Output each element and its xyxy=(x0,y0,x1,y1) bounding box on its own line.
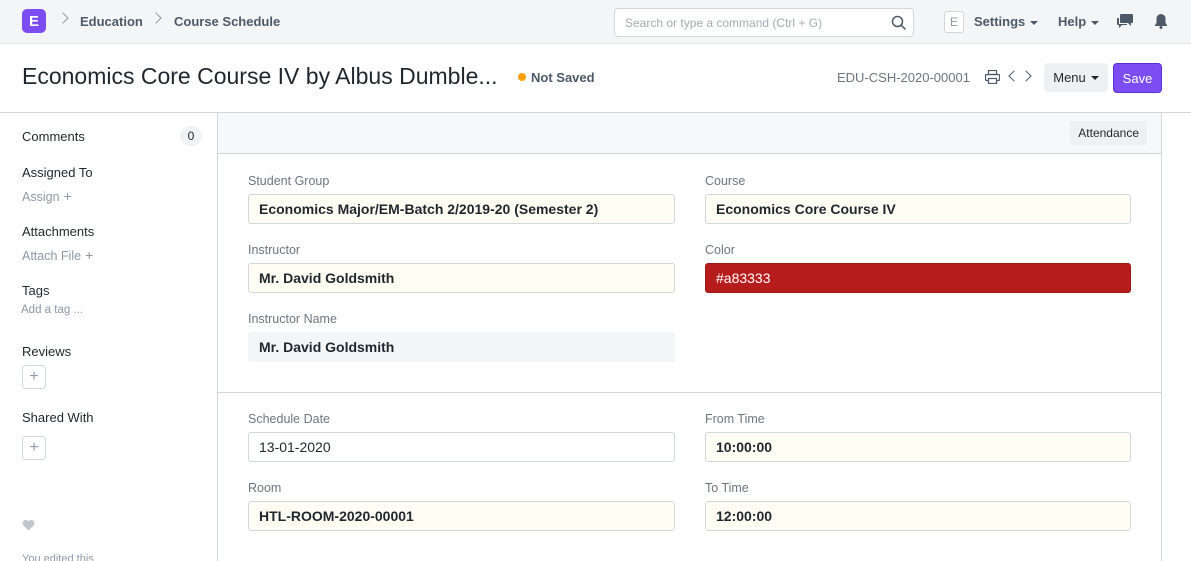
tags-label: Tags xyxy=(22,283,50,298)
reviews-label: Reviews xyxy=(22,344,72,359)
from-time-field[interactable]: 10:00:00 xyxy=(705,432,1131,462)
caret-down-icon xyxy=(1030,20,1039,25)
to-time-field[interactable]: 12:00:00 xyxy=(705,501,1131,531)
save-button[interactable]: Save xyxy=(1113,63,1162,93)
instructor-label: Instructor xyxy=(248,243,301,257)
comments-count-badge: 0 xyxy=(180,126,202,146)
attachments-label: Attachments xyxy=(22,224,95,239)
schedule-date-field[interactable]: 13-01-2020 xyxy=(248,432,675,462)
attach-file-link[interactable]: Attach File + xyxy=(22,247,93,263)
document-name: EDU-CSH-2020-00001 xyxy=(837,70,970,85)
course-label: Course xyxy=(705,174,746,188)
print-icon[interactable] xyxy=(985,70,1000,84)
menu-button-label: Menu xyxy=(1053,70,1086,85)
menu-button[interactable]: Menu xyxy=(1044,63,1108,92)
navbar: E Education Course Schedule E Settings H… xyxy=(0,0,1191,44)
course-field[interactable]: Economics Core Course IV xyxy=(705,194,1131,224)
breadcrumb-course-schedule[interactable]: Course Schedule xyxy=(174,14,280,29)
status-indicator-dot xyxy=(518,73,526,81)
room-field[interactable]: HTL-ROOM-2020-00001 xyxy=(248,501,675,531)
comments-label: Comments xyxy=(22,129,85,144)
to-time-label: To Time xyxy=(705,481,749,495)
settings-dropdown[interactable]: Settings xyxy=(974,14,1039,29)
settings-label: Settings xyxy=(974,14,1026,29)
assign-link[interactable]: Assign + xyxy=(22,188,72,204)
assign-link-label: Assign xyxy=(22,190,60,204)
add-tag-link[interactable]: Add a tag ... xyxy=(21,304,83,316)
breadcrumb-education[interactable]: Education xyxy=(80,14,143,29)
search-input[interactable] xyxy=(615,9,875,36)
heart-icon[interactable] xyxy=(22,519,35,531)
shared-with-label: Shared With xyxy=(22,410,94,425)
add-share-button[interactable]: + xyxy=(22,436,46,460)
attendance-button[interactable]: Attendance xyxy=(1070,121,1147,145)
instructor-name-value: Mr. David Goldsmith xyxy=(248,332,675,362)
assigned-to-label: Assigned To xyxy=(22,165,93,180)
status-badge: Not Saved xyxy=(531,70,595,85)
add-review-button[interactable]: + xyxy=(22,365,46,389)
chat-icon[interactable] xyxy=(1117,13,1134,29)
activity-text: You edited this xyxy=(22,553,94,561)
plus-icon: + xyxy=(85,247,94,263)
search-icon[interactable] xyxy=(891,15,907,31)
caret-down-icon xyxy=(1091,20,1100,25)
form-panel: Attendance Student Group Economics Major… xyxy=(217,113,1162,561)
section-divider xyxy=(218,392,1161,393)
from-time-label: From Time xyxy=(705,412,765,426)
instructor-field[interactable]: Mr. David Goldsmith xyxy=(248,263,675,293)
room-label: Room xyxy=(248,481,282,495)
caret-down-icon xyxy=(1090,75,1099,80)
chevron-right-icon xyxy=(150,12,162,24)
help-dropdown[interactable]: Help xyxy=(1058,14,1100,29)
student-group-label: Student Group xyxy=(248,174,330,188)
next-doc-icon[interactable] xyxy=(1020,70,1032,82)
attach-file-label: Attach File xyxy=(22,249,82,263)
color-field[interactable]: #a83333 xyxy=(705,263,1131,293)
page-title: Economics Core Course IV by Albus Dumble… xyxy=(22,63,498,89)
color-label: Color xyxy=(705,243,735,257)
student-group-field[interactable]: Economics Major/EM-Batch 2/2019-20 (Seme… xyxy=(248,194,675,224)
chevron-right-icon xyxy=(57,12,69,24)
schedule-date-label: Schedule Date xyxy=(248,412,331,426)
user-avatar[interactable]: E xyxy=(944,11,964,33)
form-toolbar: Attendance xyxy=(218,113,1161,154)
bell-icon[interactable] xyxy=(1154,13,1168,29)
instructor-name-label: Instructor Name xyxy=(248,312,337,326)
help-label: Help xyxy=(1058,14,1087,29)
app-logo[interactable]: E xyxy=(22,9,46,33)
plus-icon: + xyxy=(63,188,72,204)
previous-doc-icon[interactable] xyxy=(1008,70,1020,82)
search-bar xyxy=(614,8,914,37)
